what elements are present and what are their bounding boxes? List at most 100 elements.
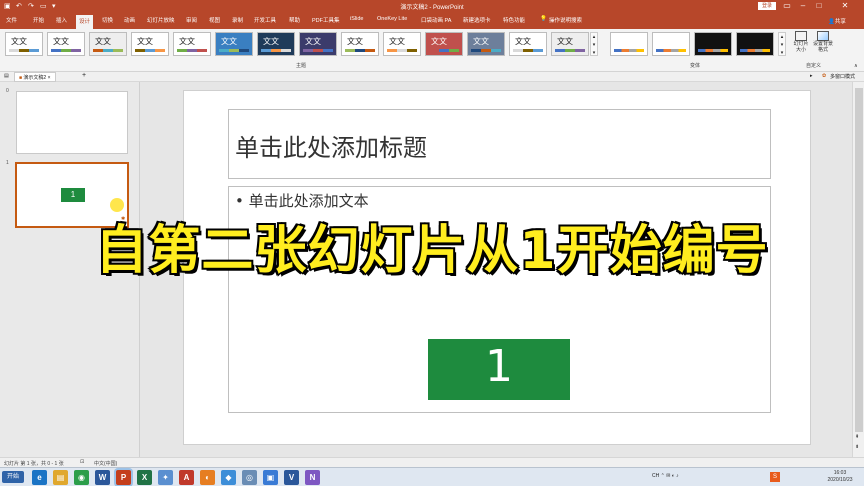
word-icon[interactable]: W	[95, 470, 110, 485]
lightbulb-icon: 💡	[540, 16, 547, 22]
tab-islide[interactable]: iSlide	[350, 16, 363, 22]
share-button[interactable]: 👤共享	[828, 17, 846, 25]
tab-insert[interactable]: 插入	[56, 16, 67, 24]
login-button[interactable]: 登录	[758, 2, 776, 10]
tool-icon[interactable]: ✦	[158, 470, 173, 485]
tell-me-search[interactable]: 操作说明搜索	[549, 16, 582, 24]
theme-sample-text: 文文	[473, 37, 489, 46]
tab-new-tab[interactable]: 新建选项卡	[463, 16, 491, 24]
tab-slideshow[interactable]: 幻灯片放映	[147, 16, 175, 24]
input-method-icon[interactable]: S	[770, 472, 780, 482]
minimize-icon[interactable]: –	[796, 1, 810, 11]
tray-icons[interactable]: CH ⌃ ✉ ◐ ♪	[652, 473, 679, 479]
title-bar: ▣ ↶ ↷ ▭ ▾ 演示文稿2 - PowerPoint 登录 ▭ – □ ✕	[0, 0, 864, 13]
thumbnail-number: 0	[6, 88, 9, 94]
visio-icon[interactable]: V	[284, 470, 299, 485]
variant-thumbnail[interactable]	[610, 32, 648, 56]
theme-thumbnail[interactable]: 文文	[5, 32, 43, 56]
format-background-button[interactable]: 设置背景格式	[812, 31, 834, 53]
close-icon[interactable]: ✕	[838, 1, 852, 11]
theme-thumbnail[interactable]: 文文	[467, 32, 505, 56]
accessibility-icon[interactable]: ⊡	[80, 459, 84, 465]
theme-color-strip	[135, 49, 165, 52]
ribbon-display-icon[interactable]: ▭	[780, 1, 794, 11]
multi-window-toggle[interactable]: 多窗口模式	[830, 73, 855, 80]
theme-thumbnail[interactable]: 文文	[89, 32, 127, 56]
settings-icon[interactable]: ✿	[822, 73, 826, 79]
excel-icon[interactable]: X	[137, 470, 152, 485]
theme-thumbnail[interactable]: 文文	[215, 32, 253, 56]
collapse-ribbon-icon[interactable]: ∧	[854, 63, 858, 69]
theme-sample-text: 文文	[347, 37, 363, 46]
tab-list-icon[interactable]: ▸	[810, 73, 813, 79]
close-tab-icon[interactable]: ×	[48, 75, 51, 81]
theme-sample-text: 文文	[11, 37, 27, 46]
tab-developer[interactable]: 开发工具	[254, 16, 276, 24]
document-tab[interactable]: ■ 演示文稿2 ×	[14, 72, 56, 82]
doc-menu-icon[interactable]: ▤	[4, 73, 9, 79]
tab-animations[interactable]: 动画	[124, 16, 135, 24]
tab-record[interactable]: 录制	[232, 16, 243, 24]
system-clock[interactable]: 16:03 2020/10/23	[818, 470, 862, 484]
maximize-icon[interactable]: □	[812, 1, 826, 11]
slide-size-button[interactable]: 幻灯片大小	[792, 31, 810, 53]
menu-bar: 文件 开始 插入 设计 切换 动画 幻灯片放映 审阅 视图 录制 开发工具 帮助…	[0, 13, 864, 29]
chrome-icon[interactable]: ◉	[74, 470, 89, 485]
theme-thumbnail[interactable]: 文文	[425, 32, 463, 56]
tab-view[interactable]: 视图	[209, 16, 220, 24]
theme-thumbnail[interactable]: 文文	[299, 32, 337, 56]
pdf-icon[interactable]: A	[179, 470, 194, 485]
theme-thumbnail[interactable]: 文文	[131, 32, 169, 56]
tab-pocket-animation[interactable]: 口袋动画 PA	[421, 16, 451, 24]
theme-thumbnail[interactable]: 文文	[47, 32, 85, 56]
title-placeholder[interactable]: 单击此处添加标题	[228, 109, 771, 179]
theme-color-strip	[51, 49, 81, 52]
theme-thumbnail[interactable]: 文文	[509, 32, 547, 56]
powerpoint-icon[interactable]: P	[116, 470, 131, 485]
notes-icon[interactable]: N	[305, 470, 320, 485]
variant-thumbnail[interactable]	[652, 32, 690, 56]
theme-thumbnail[interactable]: 文文	[341, 32, 379, 56]
thumbnail-number-box: 1	[61, 188, 85, 202]
ppt-doc-icon: ■	[19, 75, 23, 81]
tab-pdf-tools[interactable]: PDF工具集	[312, 16, 340, 24]
tab-featured[interactable]: 特色功能	[503, 16, 525, 24]
tab-transitions[interactable]: 切换	[102, 16, 113, 24]
theme-thumbnail[interactable]: 文文	[257, 32, 295, 56]
ie-icon[interactable]: e	[32, 470, 47, 485]
variant-color-strip	[656, 49, 686, 52]
photo-icon[interactable]: ◐	[200, 470, 215, 485]
slide-size-icon	[795, 31, 807, 41]
folder-icon[interactable]: ▤	[53, 470, 68, 485]
app-icon[interactable]: ◆	[221, 470, 236, 485]
theme-thumbnail[interactable]: 文文	[383, 32, 421, 56]
theme-color-strip	[9, 49, 39, 52]
theme-thumbnail[interactable]: 文文	[551, 32, 589, 56]
variant-thumbnail[interactable]	[736, 32, 774, 56]
scroll-down-page-icon[interactable]: ⇟	[855, 444, 859, 450]
theme-thumbnail[interactable]: 文文	[173, 32, 211, 56]
variant-thumbnail[interactable]	[694, 32, 732, 56]
new-tab-icon[interactable]: +	[82, 72, 86, 79]
theme-color-strip	[93, 49, 123, 52]
slide-thumbnail-0[interactable]	[16, 91, 128, 154]
variant-scroll-icon[interactable]: ▴ ▾ ▾	[778, 32, 786, 56]
theme-sample-text: 文文	[263, 37, 279, 46]
tab-home[interactable]: 开始	[33, 16, 44, 24]
theme-color-strip	[387, 49, 417, 52]
tab-design[interactable]: 设计	[76, 15, 94, 29]
format-background-label: 设置背景格式	[812, 41, 833, 53]
slide-number-box[interactable]: 1	[428, 339, 570, 400]
language-status[interactable]: 中文(中国)	[94, 460, 117, 467]
picture-icon[interactable]: ▣	[263, 470, 278, 485]
tab-file[interactable]: 文件	[6, 16, 17, 24]
tab-onekey-lite[interactable]: OneKey Lite	[377, 16, 407, 22]
tab-review[interactable]: 审阅	[186, 16, 197, 24]
windows-taskbar: 开始 e ▤ ◉ W P X ✦ A ◐ ◆ ◎ ▣ V N CH ⌃ ✉ ◐ ♪ S 16:03 202…	[0, 467, 864, 486]
scroll-up-page-icon[interactable]: ⇞	[855, 434, 859, 440]
format-background-icon	[817, 31, 829, 41]
start-button[interactable]: 开始	[2, 471, 24, 483]
gallery-scroll-icon[interactable]: ▴ ▾ ▾	[590, 32, 598, 56]
search-icon[interactable]: ◎	[242, 470, 257, 485]
tab-help[interactable]: 帮助	[289, 16, 300, 24]
